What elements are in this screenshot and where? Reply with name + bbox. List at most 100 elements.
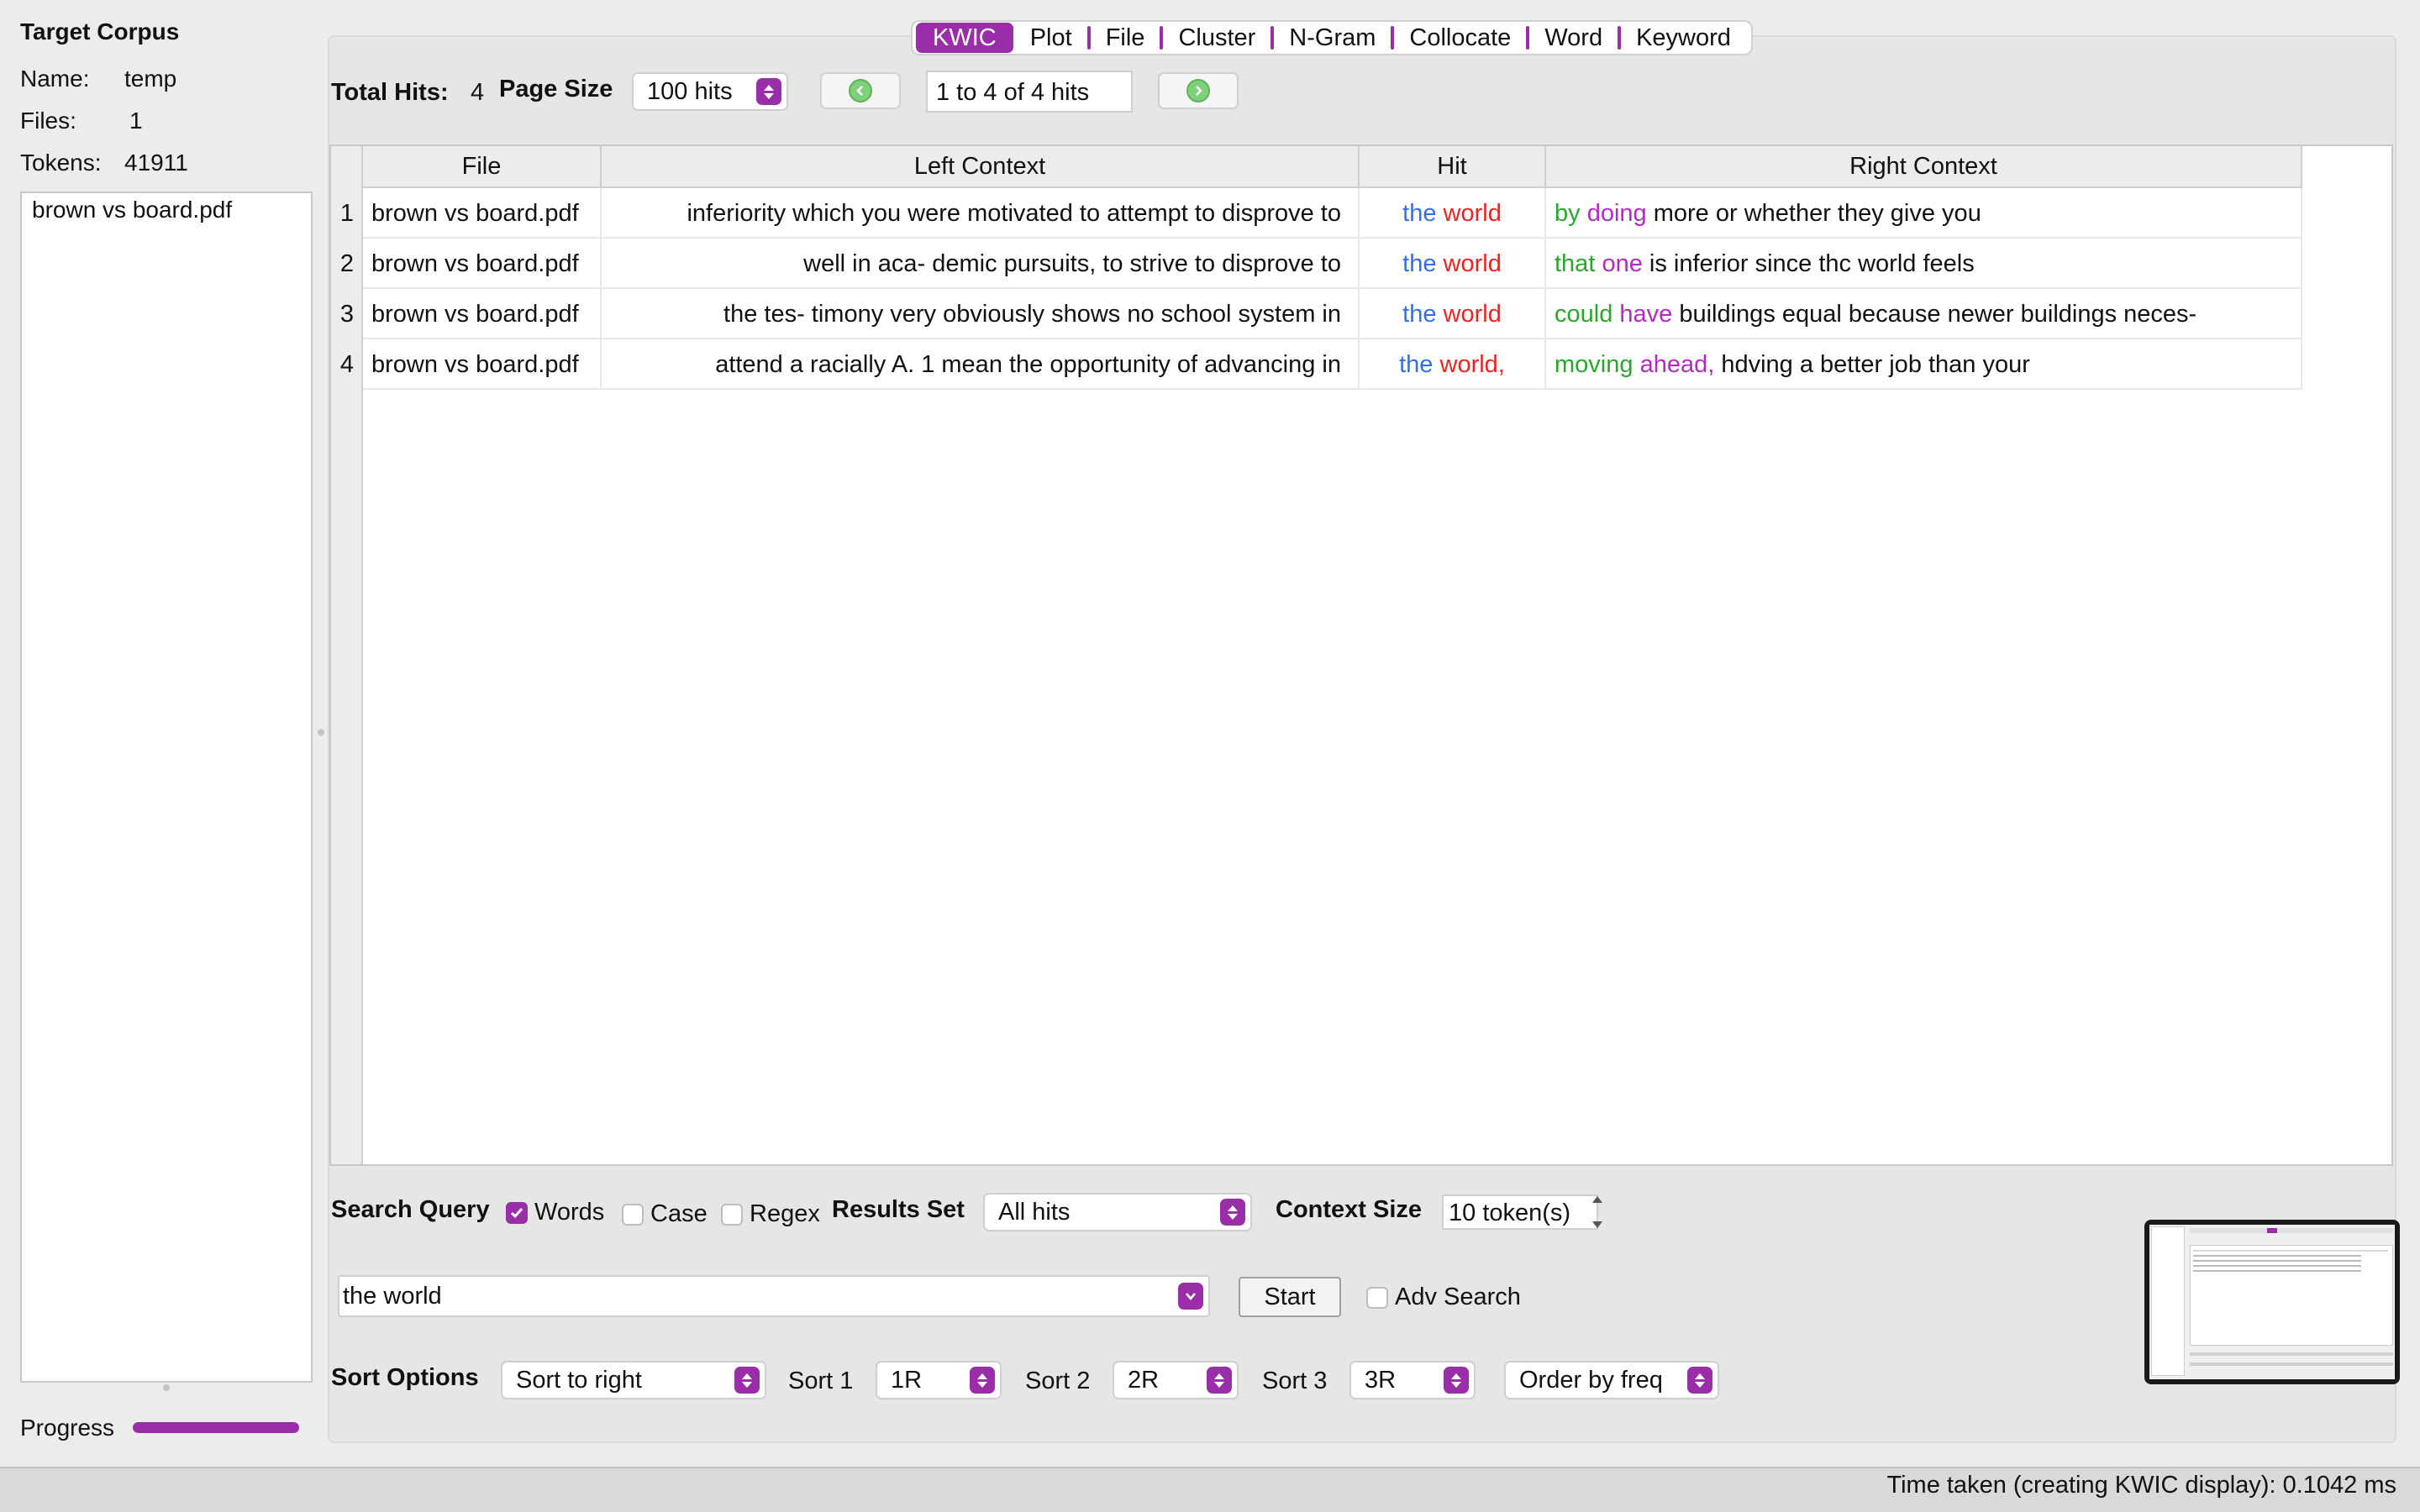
hit-word-2: world, [1439,351,1505,378]
tab-plot[interactable]: Plot [1013,23,1089,53]
prev-page-button[interactable] [820,72,901,109]
cell-hit: the world [1360,239,1546,289]
cell-hit: the world, [1360,339,1546,390]
right-word-1: that [1555,250,1596,277]
right-rest: is inferior since thc world feels [1649,250,1975,277]
regex-checkbox-group[interactable]: Regex [721,1200,820,1228]
right-rest: more or whether they give you [1653,200,1981,227]
tab-ngram[interactable]: N-Gram [1270,23,1392,53]
adv-search-checkbox-group[interactable]: Adv Search [1366,1284,1521,1311]
page-size-select[interactable]: 100 hits [632,72,788,111]
tab-cluster[interactable]: Cluster [1160,23,1272,53]
hit-word-2: world [1443,200,1502,227]
kwic-table[interactable]: File Left Context Hit Right Context 1 br… [329,144,2393,1166]
horizontal-splitter-handle[interactable] [318,729,324,736]
table-header: File Left Context Hit Right Context [363,146,2302,188]
words-checkbox-group[interactable]: Words [506,1199,604,1226]
column-header-left-context[interactable]: Left Context [602,146,1360,186]
total-hits-label: Total Hits: [331,79,449,106]
sort2-select[interactable]: 2R [1113,1361,1239,1399]
adv-search-checkbox[interactable] [1366,1286,1388,1309]
order-value: Order by freq [1519,1366,1663,1394]
table-row[interactable]: 4 brown vs board.pdf attend a racially A… [331,339,2302,390]
sort2-value: 2R [1128,1366,1160,1394]
arrow-right-icon [1186,79,1210,102]
corpus-file-list[interactable]: brown vs board.pdf [20,192,313,1383]
adv-search-label: Adv Search [1395,1284,1521,1310]
right-word-2: have [1619,301,1673,328]
cell-right-context: that one is inferior since thc world fee… [1546,239,2302,289]
cell-file: brown vs board.pdf [363,188,602,239]
checkmark-icon [510,1207,523,1218]
case-label: Case [650,1200,708,1227]
right-word-1: by [1555,200,1581,227]
cell-left-context: the tes- timony very obviously shows no … [602,289,1360,339]
corpus-name-label: Name: [20,66,90,92]
tab-kwic[interactable]: KWIC [916,23,1013,53]
hit-word-1: the [1402,250,1437,277]
cell-hit: the world [1360,289,1546,339]
cell-hit: the world [1360,188,1546,239]
cell-file: brown vs board.pdf [363,239,602,289]
search-input[interactable]: the world [338,1275,1210,1317]
window-thumbnail-preview[interactable] [2144,1220,2400,1384]
results-set-label: Results Set [832,1196,965,1223]
column-header-file[interactable]: File [363,146,602,186]
sort-mode-select[interactable]: Sort to right [501,1361,766,1399]
right-rest: hdving a better job than your [1721,351,2030,378]
tab-collocate[interactable]: Collocate [1391,23,1528,53]
next-page-button[interactable] [1158,72,1239,109]
stepper-icon [1444,1367,1469,1394]
tab-keyword[interactable]: Keyword [1618,23,1748,53]
hits-range-field[interactable]: 1 to 4 of 4 hits [926,71,1133,113]
right-rest: buildings equal because newer buildings … [1679,301,2197,328]
sort1-label: Sort 1 [788,1368,854,1394]
row-number: 2 [339,249,355,277]
search-input-value: the world [343,1282,442,1310]
vertical-splitter-handle[interactable] [163,1384,170,1391]
case-checkbox-group[interactable]: Case [622,1200,708,1228]
cell-file: brown vs board.pdf [363,339,602,390]
results-set-value: All hits [998,1198,1071,1226]
right-word-1: could [1555,301,1613,328]
sort3-select[interactable]: 3R [1349,1361,1476,1399]
context-size-field[interactable]: 10 token(s) [1442,1194,1598,1230]
chevron-down-icon[interactable] [1178,1283,1203,1310]
stepper-icon [1220,1199,1245,1226]
cell-right-context: could have buildings equal because newer… [1546,289,2302,339]
tab-bar: KWIC Plot File Cluster N-Gram Collocate … [911,20,1753,55]
corpus-files-label: Files: [20,108,76,134]
right-word-2: one [1602,250,1643,277]
regex-checkbox[interactable] [721,1203,743,1226]
column-header-right-context[interactable]: Right Context [1546,146,2302,186]
cell-left-context: inferiority which you were motivated to … [602,188,1360,239]
right-word-2: ahead, [1639,351,1715,378]
table-row[interactable]: 2 brown vs board.pdf well in aca- demic … [331,239,2302,289]
sort1-select[interactable]: 1R [876,1361,1002,1399]
hit-word-1: the [1402,301,1437,328]
corpus-title: Target Corpus [20,18,180,45]
row-number: 3 [339,300,355,328]
status-text: Time taken (creating KWIC display): 0.10… [1886,1472,2396,1499]
stepper-icon [734,1367,760,1394]
tab-word[interactable]: Word [1526,23,1619,53]
order-select[interactable]: Order by freq [1504,1361,1719,1399]
table-row[interactable]: 1 brown vs board.pdf inferiority which y… [331,188,2302,239]
stepper-icon [970,1367,995,1394]
corpus-file-item[interactable]: brown vs board.pdf [22,193,311,227]
cell-left-context: well in aca- demic pursuits, to strive t… [602,239,1360,289]
table-row[interactable]: 3 brown vs board.pdf the tes- timony ver… [331,289,2302,339]
tab-file[interactable]: File [1086,23,1162,53]
case-checkbox[interactable] [622,1203,644,1226]
thumbnail-image [2149,1225,2395,1379]
row-number: 1 [339,199,355,227]
stepper-icon [1687,1367,1712,1394]
sort1-value: 1R [891,1366,923,1394]
sort3-label: Sort 3 [1262,1368,1328,1394]
column-header-hit[interactable]: Hit [1360,146,1546,186]
context-size-spinner[interactable] [1590,1196,1605,1228]
right-word-1: moving [1555,351,1634,378]
results-set-select[interactable]: All hits [983,1193,1252,1231]
words-checkbox[interactable] [506,1201,528,1224]
start-button[interactable]: Start [1239,1277,1341,1317]
